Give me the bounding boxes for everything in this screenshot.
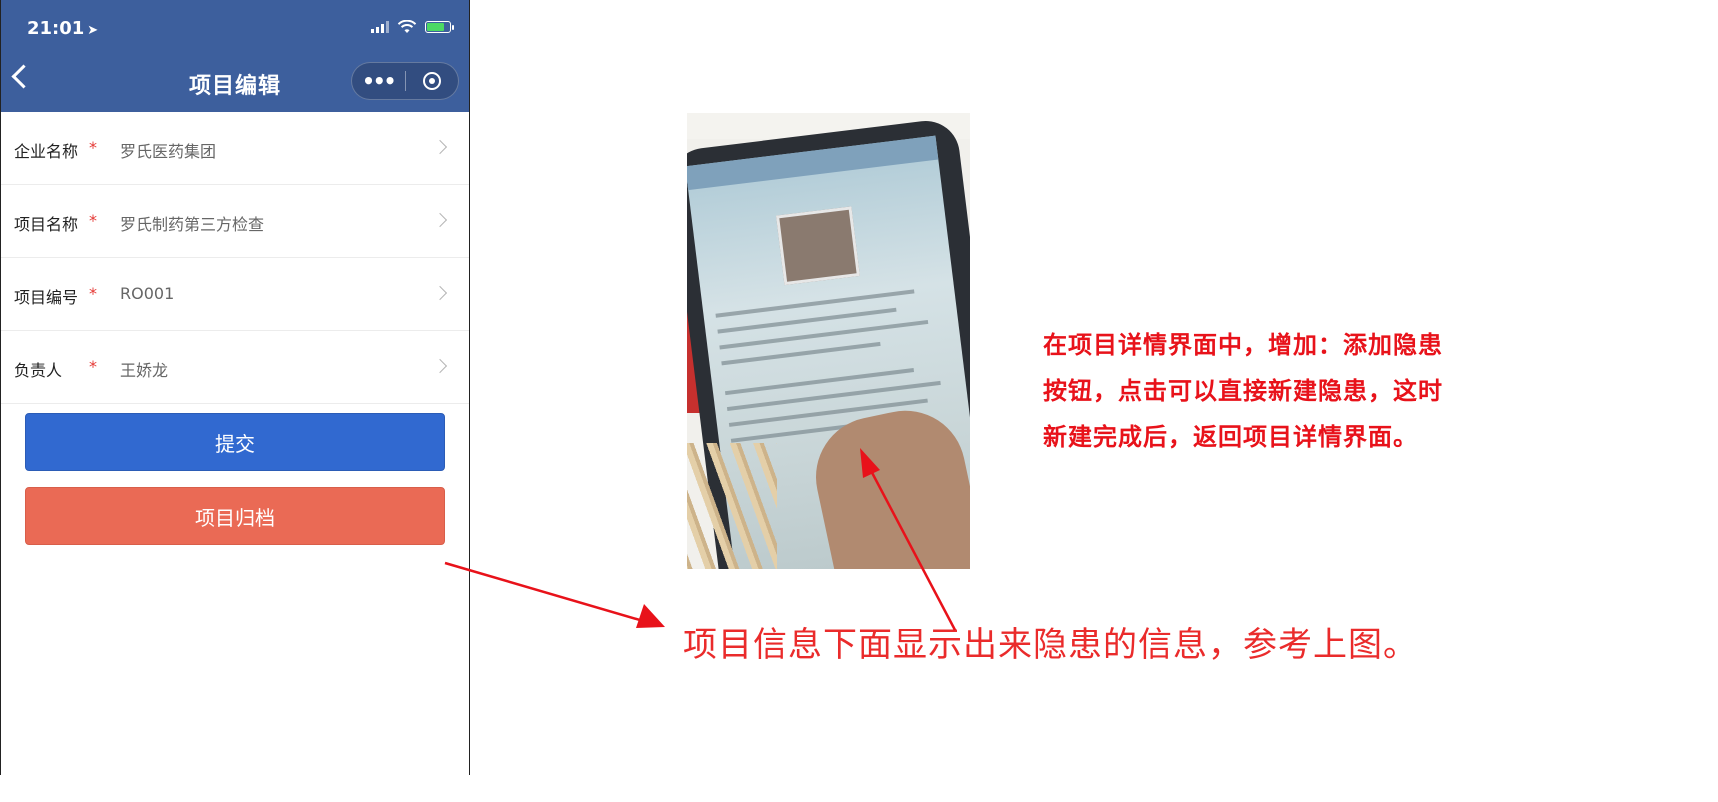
annotation-line: 按钮，点击可以直接新建隐患，这时: [1043, 377, 1443, 405]
photo-thumbnail: [775, 206, 860, 286]
photo-text-line: [715, 289, 915, 318]
form-row-company[interactable]: 企业名称 * 罗氏医药集团: [1, 112, 469, 185]
required-mark: *: [89, 357, 97, 376]
project-form: 企业名称 * 罗氏医药集团 项目名称 * 罗氏制药第三方检查 项目编号 * RO…: [1, 112, 469, 404]
form-row-project-name[interactable]: 项目名称 * 罗氏制药第三方检查: [1, 185, 469, 258]
navigation-bar: 21:01 ➤ 项目编辑 •••: [1, 0, 469, 112]
submit-button[interactable]: 提交: [25, 413, 445, 471]
form-row-owner[interactable]: 负责人 * 王娇龙: [1, 331, 469, 404]
required-mark: *: [89, 211, 97, 230]
field-label: 项目名称: [14, 215, 79, 234]
arrow-to-caption: [444, 561, 665, 628]
target-icon[interactable]: [405, 72, 458, 90]
field-value: 罗氏医药集团: [120, 142, 217, 161]
annotation-line: 新建完成后，返回项目详情界面。: [1043, 423, 1418, 451]
wifi-icon: [397, 20, 417, 33]
chevron-right-icon: [432, 285, 448, 301]
status-time: 21:01 ➤: [27, 18, 99, 39]
reference-photo: [687, 113, 970, 569]
mini-program-capsule: •••: [351, 62, 459, 100]
location-arrow-icon: ➤: [87, 23, 99, 38]
more-dots-icon[interactable]: •••: [352, 63, 405, 99]
annotation-line: 在项目详情界面中，增加：添加隐患: [1043, 331, 1443, 359]
annotation-caption: 项目信息下面显示出来隐患的信息，参考上图。: [683, 625, 1418, 665]
field-value: 王娇龙: [120, 361, 169, 380]
chevron-right-icon: [432, 212, 448, 228]
photo-screen-header: [687, 135, 939, 191]
photo-chopsticks: [687, 443, 777, 569]
field-label: 项目编号: [14, 288, 79, 307]
field-value: 罗氏制药第三方检查: [120, 215, 265, 234]
battery-icon: [425, 21, 454, 33]
annotation-note: 在项目详情界面中，增加：添加隐患 按钮，点击可以直接新建隐患，这时 新建完成后，…: [1043, 322, 1503, 460]
chevron-right-icon: [432, 358, 448, 374]
field-value: RO001: [120, 284, 175, 303]
signal-icon: [371, 21, 389, 33]
field-label: 负责人: [14, 361, 63, 380]
phone-screen: 21:01 ➤ 项目编辑 ••• 企业名称 * 罗氏医药集团 项目名称 * 罗氏…: [0, 0, 470, 775]
archive-project-button[interactable]: 项目归档: [25, 487, 445, 545]
form-row-project-number[interactable]: 项目编号 * RO001: [1, 258, 469, 331]
required-mark: *: [89, 284, 97, 303]
chevron-right-icon: [432, 139, 448, 155]
field-label: 企业名称: [14, 142, 79, 161]
photo-text-line: [719, 319, 929, 350]
status-icons: [371, 20, 454, 34]
required-mark: *: [89, 138, 97, 157]
photo-text-line: [726, 380, 941, 412]
